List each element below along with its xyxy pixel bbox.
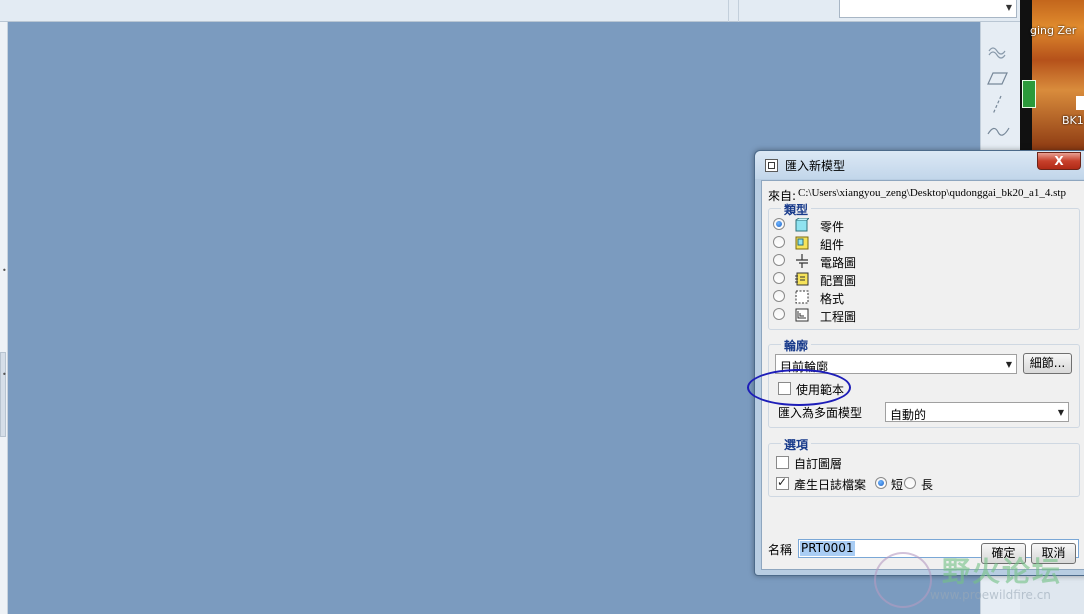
radio-diagram[interactable]: [773, 254, 785, 266]
window-icon: [765, 159, 778, 172]
import-new-model-dialog: 匯入新模型 X 來自: C:\Users\xiangyou_zeng\Deskt…: [754, 150, 1084, 576]
radio-layout-label: 配置圖: [820, 274, 857, 288]
radio-format[interactable]: [773, 290, 785, 302]
format-icon: [795, 290, 809, 304]
watermark-logo-icon: [874, 552, 932, 608]
desktop-icon-label: ging Zer: [1030, 24, 1077, 37]
radio-assembly-label: 組件: [820, 238, 845, 252]
forum-watermark: 野火论坛 www.proewildfire.cn: [870, 544, 1080, 612]
radio-log-long-label: 長: [921, 478, 934, 492]
profile-group-title: 輪廓: [781, 337, 812, 354]
type-group: 類型: [768, 201, 1080, 330]
import-as-value: 自動的: [890, 408, 927, 422]
log-file-label: 產生日誌檔案: [794, 478, 867, 492]
radio-part-label: 零件: [820, 220, 845, 234]
filter-dropdown[interactable]: ▼: [839, 0, 1017, 18]
drawing-icon: [795, 308, 809, 322]
datum-plane-icon[interactable]: [985, 68, 1011, 90]
left-panel-edge: • •: [0, 22, 8, 614]
dialog-titlebar[interactable]: 匯入新模型 X: [755, 151, 1084, 179]
custom-layers-checkbox[interactable]: [776, 456, 789, 469]
sash-handle[interactable]: [0, 352, 6, 437]
window-border: [1020, 0, 1032, 150]
name-value: PRT0001: [800, 541, 855, 556]
radio-log-short-label: 短: [891, 478, 904, 492]
desktop-background: ging Zer BK1: [1020, 0, 1084, 150]
radio-assembly[interactable]: [773, 236, 785, 248]
desktop-app-icon[interactable]: [1022, 80, 1036, 108]
desktop-icon-label: BK1: [1062, 114, 1084, 127]
layout-icon: [795, 272, 809, 286]
sash-handle-icon[interactable]: •: [2, 370, 7, 379]
name-label: 名稱: [768, 543, 793, 557]
toolbar-separator: [738, 0, 739, 22]
app-toolbar: ▼: [0, 0, 1020, 22]
details-button[interactable]: 細節...: [1023, 353, 1072, 374]
toolbar-separator: [728, 0, 729, 22]
watermark-url: www.proewildfire.cn: [930, 588, 1051, 602]
radio-log-short[interactable]: [875, 477, 887, 489]
watermark-text: 野火论坛: [942, 555, 1063, 588]
radio-part[interactable]: [773, 218, 785, 230]
annotation-ellipse: [747, 369, 851, 406]
sash-handle-icon[interactable]: •: [2, 266, 7, 275]
datum-curve-icon[interactable]: [985, 42, 1011, 64]
options-group-title: 選項: [781, 436, 812, 453]
radio-drawing[interactable]: [773, 308, 785, 320]
radio-log-long[interactable]: [904, 477, 916, 489]
part-icon: [795, 218, 809, 232]
sketch-curve-icon[interactable]: [985, 120, 1011, 142]
log-file-checkbox[interactable]: [776, 475, 789, 490]
type-group-title: 類型: [781, 201, 812, 218]
chevron-down-icon: ▼: [1005, 360, 1012, 369]
chevron-down-icon: ▼: [1057, 408, 1064, 417]
diagram-icon: [796, 254, 808, 268]
custom-layers-label: 自訂圖層: [794, 457, 843, 471]
source-path: C:\Users\xiangyou_zeng\Desktop\qudonggai…: [798, 187, 1066, 199]
import-as-label: 匯入為多面模型: [778, 406, 863, 420]
assembly-icon: [795, 236, 809, 250]
close-button[interactable]: X: [1037, 152, 1081, 170]
radio-format-label: 格式: [820, 292, 845, 306]
desktop-file-icon[interactable]: [1076, 96, 1084, 110]
chevron-down-icon: ▼: [1005, 3, 1012, 12]
radio-drawing-label: 工程圖: [820, 310, 857, 324]
datum-axis-icon[interactable]: [985, 94, 1011, 116]
radio-diagram-label: 電路圖: [820, 256, 857, 270]
radio-layout[interactable]: [773, 272, 785, 284]
import-as-dropdown[interactable]: 自動的 ▼: [885, 402, 1069, 422]
dialog-title: 匯入新模型: [785, 159, 846, 173]
